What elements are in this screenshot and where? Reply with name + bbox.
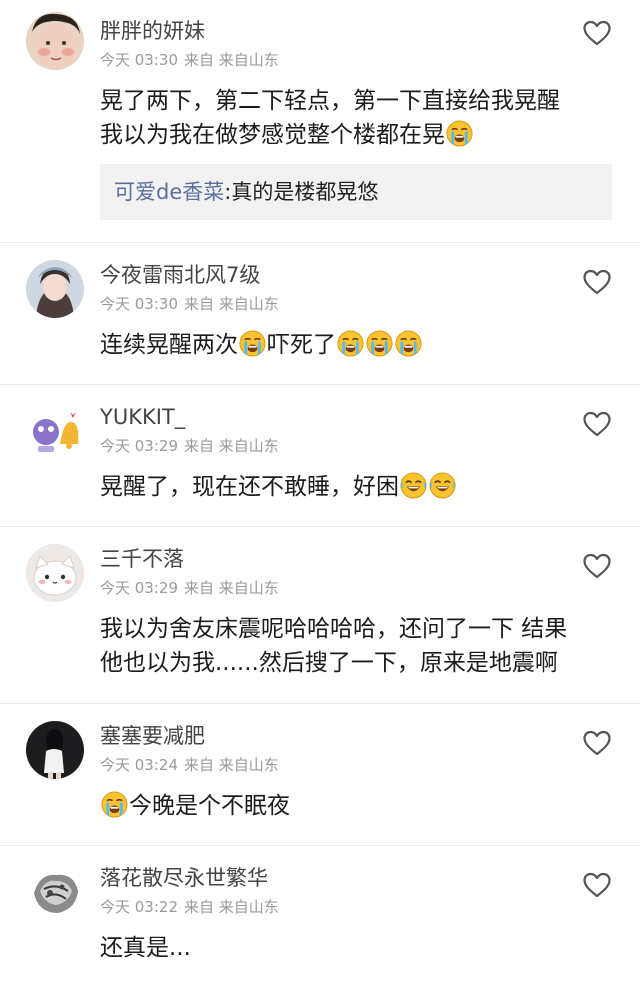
- comment-source: 来自 来自山东: [184, 51, 279, 69]
- comment-time: 今天 03:30: [100, 51, 178, 69]
- crying-emoji-icon: [395, 330, 422, 357]
- comment-source: 来自 来自山东: [184, 756, 279, 774]
- comment-meta: 今天 03:24 来自 来自山东: [100, 755, 612, 775]
- avatar[interactable]: [26, 863, 84, 921]
- comment-text-part: 吓死了: [267, 332, 336, 358]
- like-heart-icon[interactable]: [582, 552, 612, 580]
- comment-text: 我以为舍友床震呢哈哈哈哈，还问了一下 结果 他也以为我......然后搜了一下，…: [100, 612, 612, 680]
- comment-time: 今天 03:22: [100, 898, 178, 916]
- avatar[interactable]: [26, 402, 84, 460]
- comment-item: 塞塞要减肥 今天 03:24 来自 来自山东 今晚是个不眠夜: [0, 703, 640, 845]
- comment-author[interactable]: 塞塞要减肥: [100, 723, 612, 749]
- like-heart-icon[interactable]: [582, 729, 612, 757]
- comment-meta: 今天 03:29 来自 来自山东: [100, 436, 612, 456]
- avatar[interactable]: [26, 260, 84, 318]
- comment-author[interactable]: 胖胖的妍妹: [100, 18, 612, 44]
- comment-line: 我以为舍友床震呢哈哈哈哈，还问了一下 结果: [100, 616, 568, 642]
- avatar[interactable]: [26, 544, 84, 602]
- comment-item: 胖胖的妍妹 今天 03:30 来自 来自山东 晃了两下，第二下轻点，第一下直接给我…: [0, 0, 640, 242]
- comment-text: 晃了两下，第二下轻点，第一下直接给我晃醒 我以为我在做梦感觉整个楼都在晃: [100, 84, 612, 152]
- reply-text: :真的是楼都晃悠: [224, 180, 379, 204]
- comment-item: 三千不落 今天 03:29 来自 来自山东 我以为舍友床震呢哈哈哈哈，还问了一下 …: [0, 526, 640, 703]
- comment-text-part: 连续晃醒两次: [100, 332, 238, 358]
- comment-source: 来自 来自山东: [184, 295, 279, 313]
- comment-meta: 今天 03:30 来自 来自山东: [100, 294, 612, 314]
- reply-author[interactable]: 可爱de香菜: [114, 180, 224, 204]
- comment-item: 今夜雷雨北风7级 今天 03:30 来自 来自山东 连续晃醒两次 吓死了: [0, 242, 640, 384]
- crying-emoji-icon: [446, 120, 473, 147]
- like-heart-icon[interactable]: [582, 268, 612, 296]
- comment-source: 来自 来自山东: [184, 437, 279, 455]
- comment-meta: 今天 03:29 来自 来自山东: [100, 578, 612, 598]
- like-heart-icon[interactable]: [582, 410, 612, 438]
- crying-emoji-icon: [366, 330, 393, 357]
- comment-meta: 今天 03:22 来自 来自山东: [100, 897, 612, 917]
- comment-line: 他也以为我......然后搜了一下，原来是地震啊: [100, 650, 558, 676]
- comment-source: 来自 来自山东: [184, 579, 279, 597]
- comment-source: 来自 来自山东: [184, 898, 279, 916]
- comment-line-wrap: 我以为我在做梦感觉整个楼都在晃: [100, 118, 612, 152]
- crying-emoji-icon: [239, 330, 266, 357]
- comment-line: 我以为我在做梦感觉整个楼都在晃: [100, 122, 445, 148]
- comment-time: 今天 03:29: [100, 579, 178, 597]
- avatar[interactable]: [26, 721, 84, 779]
- comment-text-part: 今晚是个不眠夜: [129, 793, 290, 819]
- comment-text: 连续晃醒两次 吓死了: [100, 328, 612, 362]
- comment-meta: 今天 03:30 来自 来自山东: [100, 50, 612, 70]
- laughing-emoji-icon: [400, 472, 427, 499]
- reply-preview[interactable]: 可爱de香菜:真的是楼都晃悠: [100, 164, 612, 220]
- crying-emoji-icon: [337, 330, 364, 357]
- comment-author[interactable]: 今夜雷雨北风7级: [100, 262, 612, 288]
- crying-emoji-icon: [101, 791, 128, 818]
- avatar[interactable]: [26, 12, 84, 70]
- comment-text: 晃醒了，现在还不敢睡，好困: [100, 470, 612, 504]
- like-heart-icon[interactable]: [582, 871, 612, 899]
- comment-author[interactable]: 三千不落: [100, 546, 612, 572]
- comment-text-part: 晃醒了，现在还不敢睡，好困: [100, 474, 399, 500]
- comment-author[interactable]: YUKKIT_: [100, 404, 612, 430]
- comment-time: 今天 03:30: [100, 295, 178, 313]
- comment-text: 还真是...: [100, 931, 612, 965]
- comment-item: 落花散尽永世繁华 今天 03:22 来自 来自山东 还真是...: [0, 845, 640, 991]
- comment-text: 今晚是个不眠夜: [100, 789, 612, 823]
- comment-item: YUKKIT_ 今天 03:29 来自 来自山东 晃醒了，现在还不敢睡，好困: [0, 384, 640, 526]
- comment-author[interactable]: 落花散尽永世繁华: [100, 865, 612, 891]
- comment-line: 晃了两下，第二下轻点，第一下直接给我晃醒: [100, 88, 560, 114]
- comment-text-part: 还真是...: [100, 935, 191, 961]
- laughing-emoji-icon: [429, 472, 456, 499]
- like-heart-icon[interactable]: [582, 19, 612, 47]
- comment-time: 今天 03:29: [100, 437, 178, 455]
- comment-time: 今天 03:24: [100, 756, 178, 774]
